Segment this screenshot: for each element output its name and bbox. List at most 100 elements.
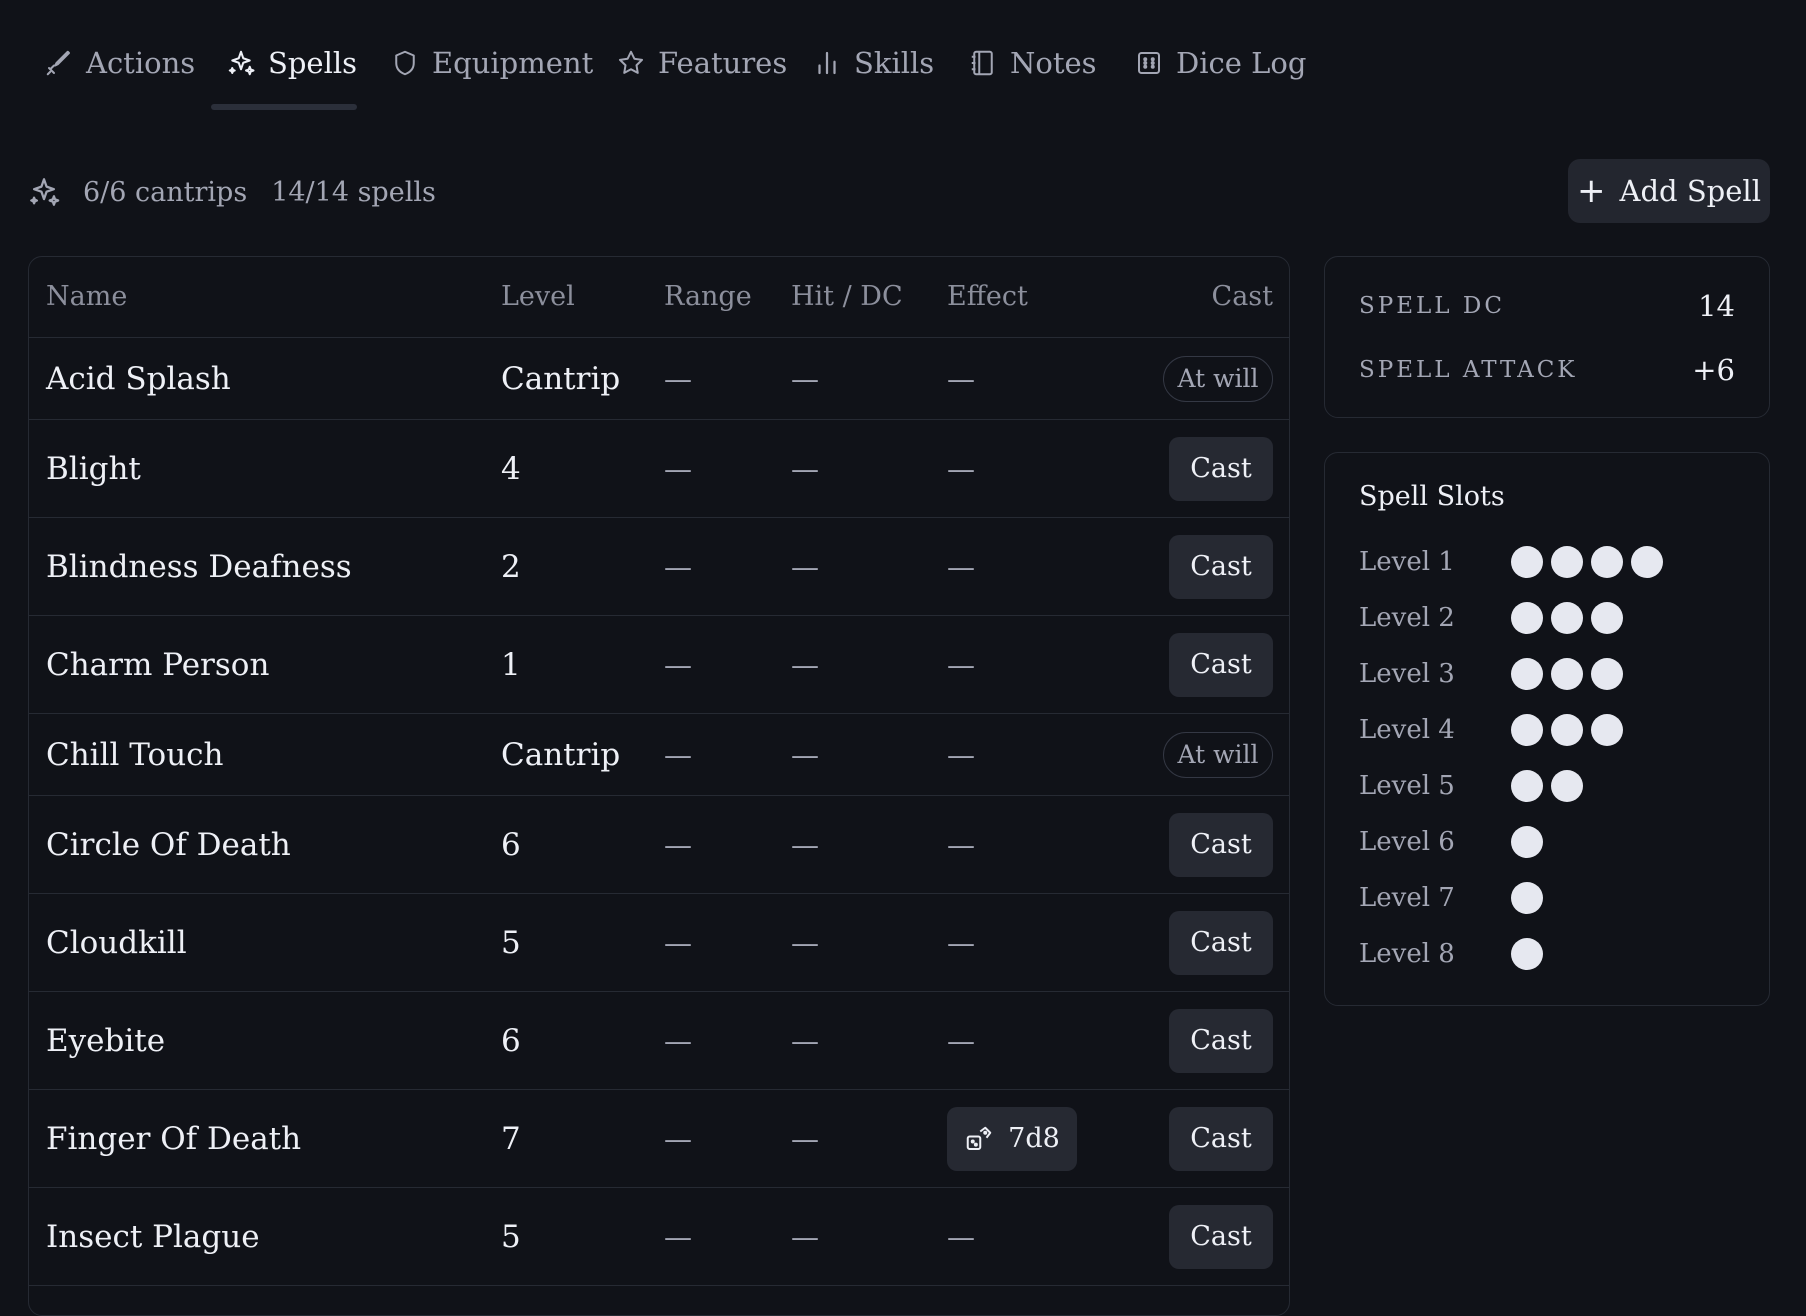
cast-button[interactable]: Cast: [1169, 436, 1273, 501]
slot-pips: [1511, 826, 1543, 858]
slot-pip[interactable]: [1511, 602, 1543, 634]
cast-button[interactable]: Cast: [1169, 1204, 1273, 1269]
slot-row: Level 4: [1359, 710, 1623, 750]
tab-label: Spells: [268, 46, 358, 80]
slot-level-label: Level 5: [1359, 771, 1455, 801]
slot-pip[interactable]: [1511, 882, 1543, 914]
spell-range: —: [664, 452, 692, 485]
dice-icon: [1138, 52, 1160, 74]
slot-pip[interactable]: [1511, 546, 1543, 578]
slot-pips: [1511, 770, 1583, 802]
slot-level-label: Level 8: [1359, 939, 1455, 969]
spell-hit-dc: —: [791, 926, 819, 959]
cast-button[interactable]: Cast: [1169, 534, 1273, 599]
table-row[interactable]: Eyebite 6 — — — Cast: [29, 992, 1289, 1090]
table-row[interactable]: Cloudkill 5 — — — Cast: [29, 894, 1289, 992]
table-row[interactable]: Insect Plague 5 — — — Cast: [29, 1188, 1289, 1286]
slot-row: Level 7: [1359, 878, 1543, 918]
slot-pip[interactable]: [1551, 770, 1583, 802]
column-header-level[interactable]: Level: [501, 281, 575, 312]
cast-button[interactable]: Cast: [1169, 1106, 1273, 1171]
table-row[interactable]: Blight 4 — — — Cast: [29, 420, 1289, 518]
cast-button[interactable]: Cast: [1169, 812, 1273, 877]
spell-effect: —: [947, 362, 975, 395]
table-row[interactable]: Blindness Deafness 2 — — — Cast: [29, 518, 1289, 616]
table-row[interactable]: Circle Of Death 6 — — — Cast: [29, 796, 1289, 894]
slot-pip[interactable]: [1511, 938, 1543, 970]
slot-row: Level 2: [1359, 598, 1623, 638]
star-icon: [619, 50, 643, 74]
column-header-name[interactable]: Name: [46, 281, 127, 312]
slot-level-label: Level 4: [1359, 715, 1455, 745]
table-row[interactable]: Finger Of Death 7 — — 7d8 Cast: [29, 1090, 1289, 1188]
table-row[interactable]: Chill Touch Cantrip — — — At will: [29, 714, 1289, 796]
cast-button[interactable]: Cast: [1169, 632, 1273, 697]
spell-level: 5: [501, 924, 521, 961]
roll-damage-button[interactable]: 7d8: [947, 1106, 1077, 1171]
spell-range: —: [664, 362, 692, 395]
spell-effect: —: [947, 926, 975, 959]
tab-dice-log[interactable]: Dice Log: [1134, 38, 1306, 88]
spell-level: Cantrip: [501, 360, 621, 397]
spell-stats-card: SPELL DC 14 SPELL ATTACK +6: [1324, 256, 1770, 418]
spell-effect: —: [947, 738, 975, 771]
table-row[interactable]: Charm Person 1 — — — Cast: [29, 616, 1289, 714]
tab-notes[interactable]: Notes: [968, 38, 1097, 88]
table-header: Name Level Range Hit / DC Effect Cast: [29, 257, 1289, 338]
tab-equipment[interactable]: Equipment: [390, 38, 593, 88]
slot-row: Level 3: [1359, 654, 1623, 694]
slot-pip[interactable]: [1551, 602, 1583, 634]
spell-level: 1: [501, 646, 521, 683]
spell-name: Acid Splash: [46, 360, 231, 397]
tab-label: Dice Log: [1176, 46, 1307, 80]
tab-actions[interactable]: Actions: [44, 38, 195, 88]
column-header-range[interactable]: Range: [664, 281, 752, 312]
slot-row: Level 1: [1359, 542, 1663, 582]
tab-skills[interactable]: Skills: [812, 38, 934, 88]
spell-hit-dc: —: [791, 1220, 819, 1253]
tab-features[interactable]: Features: [616, 38, 787, 88]
slot-pip[interactable]: [1511, 714, 1543, 746]
cast-button[interactable]: Cast: [1169, 910, 1273, 975]
slot-pips: [1511, 602, 1623, 634]
spell-level: 4: [501, 450, 521, 487]
spells-count: 14/14 spells: [271, 176, 436, 208]
slot-pip[interactable]: [1551, 546, 1583, 578]
slot-pip[interactable]: [1591, 714, 1623, 746]
cantrips-count: 6/6 cantrips: [83, 176, 248, 208]
slot-level-label: Level 3: [1359, 659, 1455, 689]
slot-pip[interactable]: [1551, 658, 1583, 690]
column-header-effect[interactable]: Effect: [947, 281, 1028, 312]
slot-pip[interactable]: [1511, 826, 1543, 858]
slot-pips: [1511, 882, 1543, 914]
slot-pip[interactable]: [1511, 658, 1543, 690]
slot-pip[interactable]: [1591, 546, 1623, 578]
spell-summary: 6/6 cantrips 14/14 spells: [27, 172, 436, 212]
slot-pip[interactable]: [1511, 770, 1543, 802]
tab-spells[interactable]: Spells: [226, 38, 357, 88]
slot-pip[interactable]: [1591, 602, 1623, 634]
spell-range: —: [664, 648, 692, 681]
column-header-hit-dc[interactable]: Hit / DC: [791, 281, 903, 312]
cast-button[interactable]: Cast: [1169, 1008, 1273, 1073]
spell-slots-title: Spell Slots: [1359, 481, 1505, 512]
spell-hit-dc: —: [791, 1122, 819, 1155]
spell-dc-label: SPELL DC: [1359, 293, 1505, 319]
slot-row: Level 5: [1359, 766, 1583, 806]
slot-pip[interactable]: [1551, 714, 1583, 746]
table-row[interactable]: Acid Splash Cantrip — — — At will: [29, 338, 1289, 420]
slot-pip[interactable]: [1631, 546, 1663, 578]
slot-pip[interactable]: [1591, 658, 1623, 690]
column-header-cast[interactable]: Cast: [1212, 281, 1273, 312]
add-spell-button[interactable]: + Add Spell: [1568, 159, 1770, 223]
spell-range: —: [664, 738, 692, 771]
spell-hit-dc: —: [791, 738, 819, 771]
slot-pips: [1511, 658, 1623, 690]
spell-table: Name Level Range Hit / DC Effect Cast Ac…: [28, 256, 1290, 1316]
slot-pips: [1511, 938, 1543, 970]
tab-bar: Actions Spells Equipment Features Skills…: [0, 0, 1806, 112]
spell-dc-value: 14: [1698, 289, 1735, 323]
spell-attack-label: SPELL ATTACK: [1359, 357, 1578, 383]
slot-pips: [1511, 546, 1663, 578]
spell-level: Cantrip: [501, 736, 621, 773]
